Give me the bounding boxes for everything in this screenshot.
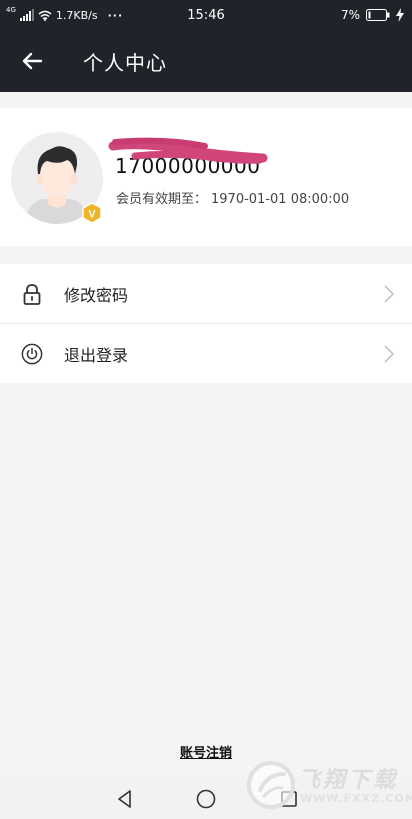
status-bar: 4G 1.7KB/s ··· 15:46 7% xyxy=(0,0,412,30)
settings-menu: 修改密码 退出登录 xyxy=(0,264,412,383)
back-triangle-icon[interactable] xyxy=(114,788,136,810)
member-expire-label: 会员有效期至： xyxy=(116,192,208,207)
member-expire: 会员有效期至： 1970-01-01 08:00:00 xyxy=(116,188,349,207)
charging-icon xyxy=(396,8,404,22)
network-type: 4G xyxy=(6,6,16,14)
signal-icon xyxy=(19,9,34,21)
vip-badge-letter: V xyxy=(88,209,96,221)
back-button[interactable] xyxy=(16,47,48,75)
vip-badge-icon: V xyxy=(82,202,102,224)
battery-percent: 7% xyxy=(340,8,360,22)
power-icon xyxy=(21,343,43,364)
chevron-right-icon xyxy=(384,284,395,303)
system-nav-bar xyxy=(0,778,412,819)
status-right: 7% xyxy=(341,0,404,30)
menu-item-change-password[interactable]: 修改密码 xyxy=(0,264,412,323)
menu-item-label: 修改密码 xyxy=(64,285,129,305)
top-nav-bar: 个人中心 xyxy=(0,30,412,92)
recents-square-icon[interactable] xyxy=(278,788,300,810)
arrow-left-icon xyxy=(22,52,43,70)
chevron-right-icon xyxy=(384,344,395,363)
phone-number: 17000000000 xyxy=(115,154,261,178)
cancel-account-link[interactable]: 账号注销 xyxy=(0,742,412,761)
menu-item-label: 退出登录 xyxy=(64,345,129,365)
battery-icon xyxy=(366,9,390,21)
home-circle-icon[interactable] xyxy=(195,788,217,810)
member-expire-value: 1970-01-01 08:00:00 xyxy=(211,192,350,207)
page-title: 个人中心 xyxy=(83,50,167,75)
more-notifications-icon: ··· xyxy=(107,8,124,22)
wifi-icon xyxy=(38,10,52,21)
status-left: 4G 1.7KB/s ··· xyxy=(6,0,123,30)
network-speed: 1.7KB/s xyxy=(55,8,98,22)
menu-item-logout[interactable]: 退出登录 xyxy=(0,323,412,383)
lock-icon xyxy=(23,283,41,305)
profile-card: V 17000000000 会员有效期至： 1970-01-01 08:00:00 xyxy=(0,108,412,246)
